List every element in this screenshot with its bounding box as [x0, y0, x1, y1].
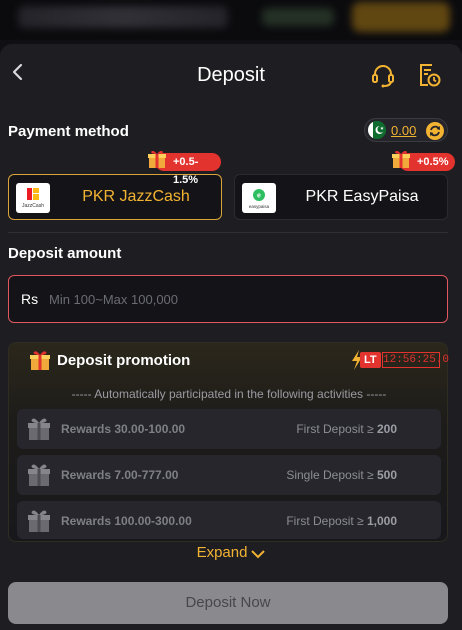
bonus-badge-text: +0.5-1.5% [173, 156, 199, 186]
deposit-sheet: Deposit Payment method 0.00 JazzCash PKR… [0, 44, 462, 630]
customer-support-icon[interactable] [370, 62, 396, 88]
blurred-balance [262, 8, 334, 26]
countdown-timer: 12:56:25.0 [382, 352, 450, 368]
reward-range: Rewards 7.00-777.00 [61, 468, 179, 482]
deposit-history-icon[interactable] [416, 62, 442, 88]
balance-amount: 0.00 [391, 123, 417, 138]
pakistan-flag-icon [368, 121, 386, 139]
gift-icon [392, 150, 410, 168]
gift-icon [28, 510, 50, 532]
deposit-now-button[interactable]: Deposit Now [8, 582, 448, 624]
deposit-amount-heading: Deposit amount [8, 245, 122, 262]
svg-text:JazzCash: JazzCash [22, 203, 44, 209]
bonus-badge: +0.5% [392, 150, 455, 171]
promotion-subtitle: ----- Automatically participated in the … [71, 387, 387, 401]
reward-row: Rewards 7.00-777.00 Single Deposit ≥ 500 [17, 455, 441, 495]
deposit-header: Deposit [0, 44, 462, 104]
reward-range: Rewards 100.00-300.00 [61, 514, 192, 528]
easypaisa-logo: e easypaisa [242, 183, 276, 213]
gift-icon [28, 464, 50, 486]
section-divider [8, 232, 448, 233]
bonus-badge-text: +0.5% [417, 156, 449, 168]
deposit-promotion-card: Deposit promotion LT 12:56:25.0 ----- Au… [8, 342, 450, 542]
reward-row: Rewards 100.00-300.00 First Deposit ≥ 1,… [17, 501, 441, 539]
payment-option-jazzcash[interactable]: JazzCash PKR JazzCash +0.5-1.5% [8, 150, 222, 220]
reward-row: Rewards 30.00-100.00 First Deposit ≥ 200 [17, 409, 441, 449]
promotion-title: Deposit promotion [57, 352, 191, 369]
payment-option-easypaisa[interactable]: e easypaisa PKR EasyPaisa +0.5% [234, 150, 455, 220]
svg-text:easypaisa: easypaisa [249, 204, 270, 209]
jazzcash-logo: JazzCash [16, 183, 50, 213]
payment-method-heading: Payment method [8, 123, 129, 140]
payment-option-label: PKR JazzCash [82, 188, 190, 205]
payment-option-label: PKR EasyPaisa [305, 188, 419, 205]
blurred-deposit-button [352, 2, 450, 32]
refresh-icon[interactable] [425, 121, 445, 141]
deposit-amount-field: Rs [8, 275, 448, 323]
reward-range: Rewards 30.00-100.00 [61, 422, 186, 436]
balance-pill: 0.00 [364, 118, 448, 142]
expand-promotions-button[interactable]: Expand [0, 544, 462, 561]
blurred-logo [18, 6, 228, 28]
expand-label: Expand [196, 544, 248, 561]
gift-icon [30, 351, 50, 370]
background-app-bar [0, 0, 462, 40]
deposit-amount-input[interactable] [49, 284, 439, 314]
bonus-badge: +0.5-1.5% [148, 150, 221, 186]
reward-condition: Single Deposit ≥ 500 [286, 468, 397, 482]
chevron-down-icon [251, 550, 266, 559]
gift-icon [148, 150, 166, 168]
reward-condition: First Deposit ≥ 1,000 [286, 514, 397, 528]
svg-text:e: e [257, 193, 261, 200]
gift-icon [28, 418, 50, 440]
reward-condition: First Deposit ≥ 200 [296, 422, 397, 436]
limited-time-tag: LT [360, 352, 381, 368]
currency-prefix: Rs [21, 291, 39, 307]
